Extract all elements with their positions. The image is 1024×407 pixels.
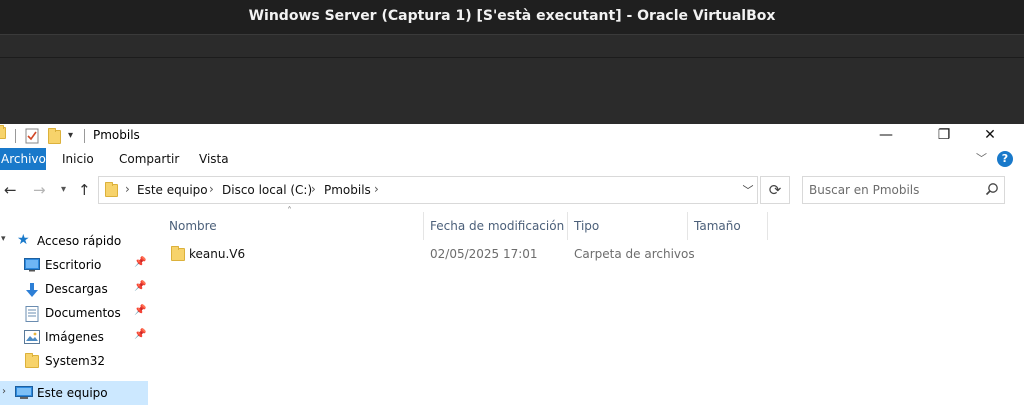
breadcrumb-separator: ›: [311, 182, 316, 196]
breadcrumb-este-equipo[interactable]: Este equipo: [137, 183, 208, 197]
nav-item-system32[interactable]: System32: [0, 349, 148, 373]
navigation-row: ← → ▾ ↑ › Este equipo › Disco local (C:)…: [0, 174, 1024, 208]
pin-icon[interactable]: 📌: [134, 305, 146, 316]
properties-icon[interactable]: [25, 128, 39, 146]
tab-vista[interactable]: Vista: [199, 148, 229, 170]
document-icon: [25, 306, 41, 322]
up-arrow-icon[interactable]: ↑: [78, 181, 91, 199]
breadcrumb-separator: ›: [374, 182, 379, 196]
explorer-title-bar: ▾ Pmobils — ❐ ✕: [0, 124, 1024, 148]
nav-item-label: Acceso rápido: [37, 234, 122, 248]
pictures-icon: [24, 330, 40, 344]
nav-item-label: System32: [45, 354, 106, 368]
download-icon: [24, 282, 40, 297]
search-box[interactable]: [802, 176, 1005, 204]
nav-item-label: Documentos: [45, 306, 121, 320]
nav-item-label: Escritorio: [45, 258, 102, 272]
column-tipo[interactable]: Tipo: [568, 212, 688, 240]
close-button[interactable]: ✕: [967, 124, 1013, 148]
tab-archivo[interactable]: Archivo: [0, 148, 46, 170]
expand-ribbon-icon[interactable]: ﹀: [976, 150, 987, 166]
breadcrumb-pmobils[interactable]: Pmobils: [324, 183, 371, 197]
column-tamano[interactable]: Tamaño: [688, 212, 768, 240]
divider: [84, 129, 85, 143]
new-folder-icon[interactable]: [48, 128, 61, 148]
nav-item-escritorio[interactable]: Escritorio 📌: [0, 253, 148, 277]
nav-item-descargas[interactable]: Descargas 📌: [0, 277, 148, 301]
address-bar[interactable]: › Este equipo › Disco local (C:) › Pmobi…: [98, 176, 758, 204]
guest-screen: ▾ Pmobils — ❐ ✕ Archivo Inicio Compartir…: [0, 124, 1024, 407]
search-icon: [985, 182, 999, 196]
column-fecha[interactable]: Fecha de modificación: [424, 212, 568, 240]
vbox-title-bar: Windows Server (Captura 1) [S'està execu…: [0, 0, 1024, 34]
folder-icon: [171, 246, 185, 264]
forward-arrow-icon[interactable]: →: [33, 181, 46, 199]
search-input[interactable]: [809, 182, 979, 198]
nav-item-documentos[interactable]: Documentos 📌: [0, 301, 148, 325]
vbox-window-title: Windows Server (Captura 1) [S'està execu…: [248, 8, 776, 24]
back-arrow-icon[interactable]: ←: [4, 181, 17, 199]
column-nombre[interactable]: Nombre: [163, 212, 424, 240]
vbox-menu-bar: [0, 34, 1024, 58]
breadcrumb-separator: ›: [209, 182, 214, 196]
nav-item-label: Este equipo: [37, 386, 108, 400]
star-icon: ★: [17, 232, 30, 248]
chevron-right-icon[interactable]: ›: [2, 386, 6, 397]
vbox-toolbar-area: [0, 58, 1024, 124]
refresh-icon[interactable]: ⟳: [760, 176, 790, 204]
folder-icon: [105, 182, 118, 200]
file-name: keanu.V6: [189, 247, 246, 261]
ribbon-tabs: Archivo Inicio Compartir Vista ﹀ ?: [0, 148, 1024, 170]
computer-icon: [15, 386, 33, 400]
nav-item-label: Imágenes: [45, 330, 104, 344]
breadcrumb-separator: ›: [125, 182, 130, 196]
pin-icon[interactable]: 📌: [134, 281, 146, 292]
chevron-down-icon[interactable]: ▾: [1, 234, 6, 244]
pin-icon[interactable]: 📌: [134, 257, 146, 268]
file-type: Carpeta de archivos: [574, 247, 695, 261]
recent-locations-icon[interactable]: ▾: [61, 184, 66, 195]
folder-icon: [0, 125, 6, 145]
navigation-pane: ▾ ★ Acceso rápido Escritorio 📌 Descargas…: [0, 224, 148, 407]
nav-item-label: Descargas: [45, 282, 108, 296]
maximize-button[interactable]: ❐: [921, 124, 967, 148]
file-modified: 02/05/2025 17:01: [430, 247, 538, 261]
nav-item-imagenes[interactable]: Imágenes 📌: [0, 325, 148, 349]
file-row[interactable]: keanu.V6 02/05/2025 17:01 Carpeta de arc…: [163, 244, 1023, 266]
tab-compartir[interactable]: Compartir: [119, 148, 179, 170]
nav-quick-access[interactable]: ▾ ★ Acceso rápido: [0, 229, 148, 253]
pin-icon[interactable]: 📌: [134, 329, 146, 340]
divider: [15, 129, 16, 143]
customize-quick-access-icon[interactable]: ▾: [68, 130, 73, 148]
nav-item-este-equipo[interactable]: › Este equipo: [0, 381, 148, 405]
tab-inicio[interactable]: Inicio: [62, 148, 94, 170]
address-history-chevron-icon[interactable]: ﹀: [738, 182, 758, 204]
desktop-icon: [24, 258, 40, 272]
help-icon[interactable]: ?: [997, 151, 1013, 167]
minimize-button[interactable]: —: [863, 124, 909, 148]
breadcrumb-disco-local[interactable]: Disco local (C:): [222, 183, 312, 197]
column-headers: ˄ Nombre Fecha de modificación Tipo Tama…: [163, 206, 1023, 240]
explorer-window-title: Pmobils: [93, 128, 140, 142]
folder-icon: [25, 353, 39, 371]
